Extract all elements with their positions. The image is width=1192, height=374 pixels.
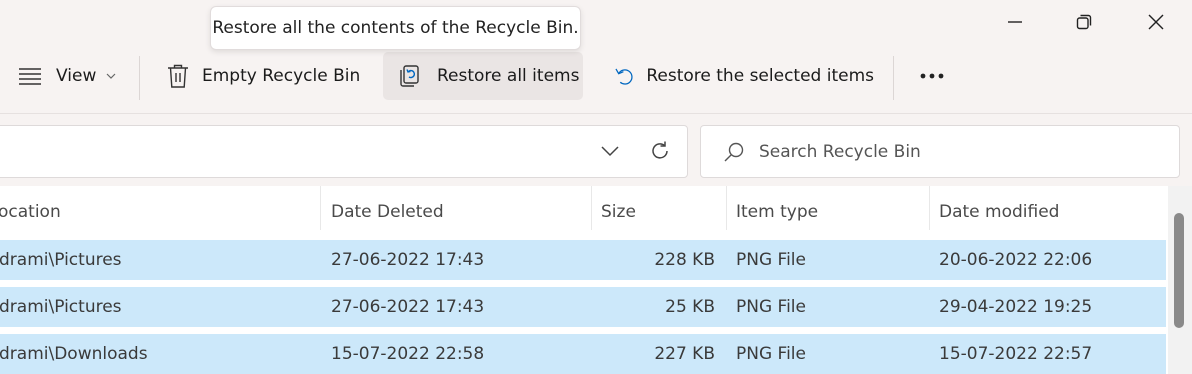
cell-size: 25 KB: [665, 297, 715, 317]
refresh-button[interactable]: [645, 136, 675, 166]
restore-all-items-label: Restore all items: [437, 66, 580, 86]
view-list-icon: [19, 68, 41, 85]
refresh-icon: [652, 141, 668, 159]
tooltip-text: Restore all the contents of the Recycle …: [212, 18, 579, 38]
column-header-size-label: Size: [601, 202, 636, 222]
column-header-date-modified[interactable]: Date modified: [939, 186, 1159, 238]
toolbar-separator: [139, 56, 140, 100]
maximize-button[interactable]: [1049, 0, 1119, 44]
cell-location: drami\Pictures: [0, 250, 122, 270]
close-button[interactable]: [1121, 0, 1191, 44]
cell-date-deleted: 27-06-2022 17:43: [331, 250, 485, 270]
restore-all-items-button[interactable]: Restore all items: [383, 52, 583, 100]
restore-selected-items-button[interactable]: Restore the selected items: [614, 52, 874, 100]
column-header-location[interactable]: ocation: [0, 186, 318, 238]
more-options-button[interactable]: [910, 52, 954, 100]
restore-window-icon: [1076, 14, 1092, 30]
minimize-button[interactable]: [980, 0, 1050, 44]
column-header-date-deleted-label: Date Deleted: [331, 202, 444, 222]
table-row[interactable]: drami\Pictures 27-06-2022 17:43 228 KB P…: [0, 240, 1166, 280]
cell-location: drami\Downloads: [0, 344, 148, 364]
column-header-item-type[interactable]: Item type: [736, 186, 926, 238]
cell-item-type: PNG File: [736, 250, 806, 270]
toolbar-divider: [0, 113, 1192, 114]
view-button[interactable]: View: [18, 52, 128, 100]
search-input[interactable]: [759, 141, 1159, 162]
column-header-date-modified-label: Date modified: [939, 202, 1060, 222]
address-dropdown-button[interactable]: [595, 136, 625, 166]
cell-date-modified: 15-07-2022 22:57: [939, 344, 1093, 364]
toolbar-separator: [893, 56, 894, 100]
column-divider[interactable]: [591, 186, 592, 230]
column-header-item-type-label: Item type: [736, 202, 819, 222]
column-header-location-label: ocation: [0, 202, 61, 222]
scrollbar-thumb[interactable]: [1174, 213, 1184, 328]
column-divider[interactable]: [929, 186, 930, 230]
column-header-date-deleted[interactable]: Date Deleted: [331, 186, 589, 238]
table-row[interactable]: drami\Pictures 27-06-2022 17:43 25 KB PN…: [0, 287, 1166, 327]
cell-size: 228 KB: [654, 250, 715, 270]
restore-all-icon: [400, 65, 419, 87]
column-header-size[interactable]: Size: [601, 186, 725, 238]
cell-date-modified: 29-04-2022 19:25: [939, 297, 1093, 317]
cell-location: drami\Pictures: [0, 297, 122, 317]
chevron-down-icon: [601, 146, 619, 157]
empty-recycle-bin-label: Empty Recycle Bin: [202, 66, 361, 86]
view-label: View: [56, 66, 97, 86]
cell-date-modified: 20-06-2022 22:06: [939, 250, 1093, 270]
more-icon: [920, 73, 944, 79]
cell-item-type: PNG File: [736, 297, 806, 317]
cell-date-deleted: 15-07-2022 22:58: [331, 344, 485, 364]
cell-date-deleted: 27-06-2022 17:43: [331, 297, 485, 317]
column-divider[interactable]: [320, 186, 321, 230]
empty-recycle-bin-button[interactable]: Empty Recycle Bin: [166, 52, 366, 100]
trash-icon: [168, 64, 188, 88]
file-list: ocation Date Deleted Size Item type Date…: [0, 186, 1192, 374]
search-box[interactable]: [700, 125, 1180, 178]
command-bar: View Empty Recycle Bin Restore all items…: [0, 52, 1192, 100]
tooltip: Restore all the contents of the Recycle …: [210, 6, 581, 50]
table-row[interactable]: drami\Downloads 15-07-2022 22:58 227 KB …: [0, 334, 1166, 374]
search-icon: [724, 142, 744, 161]
chevron-down-icon: [106, 73, 116, 79]
cell-item-type: PNG File: [736, 344, 806, 364]
cell-size: 227 KB: [654, 344, 715, 364]
close-icon: [1148, 14, 1164, 30]
minimize-icon: [1008, 21, 1022, 23]
undo-arrow-icon: [615, 68, 633, 85]
address-bar[interactable]: [0, 125, 688, 178]
restore-selected-items-label: Restore the selected items: [646, 66, 874, 86]
column-divider[interactable]: [726, 186, 727, 230]
